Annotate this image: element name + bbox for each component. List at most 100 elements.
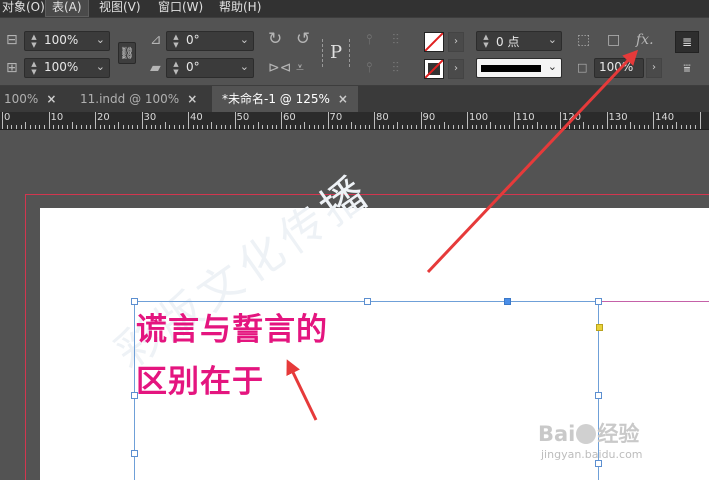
ruler-label: 130 xyxy=(608,112,628,123)
tab-doc-2[interactable]: 11.indd @ 100% × xyxy=(76,86,204,112)
ruler-tick xyxy=(676,122,678,129)
ruler-tick xyxy=(685,125,687,129)
tab-doc-3[interactable]: *未命名-1 @ 125% × xyxy=(212,86,358,112)
ruler-tick xyxy=(434,125,436,129)
ruler-label: 0 xyxy=(4,112,11,123)
distribute-center-icon[interactable]: ⫶⫶ xyxy=(392,60,399,76)
ruler-tick xyxy=(369,125,371,129)
menu-table[interactable]: 表(A) xyxy=(45,0,89,17)
stepper-icon[interactable]: ▲ ▼ xyxy=(480,33,492,49)
shear-field[interactable]: ▲ ▼ 0° ⌄ xyxy=(166,58,254,78)
ruler-tick xyxy=(564,125,566,129)
ruler-tick xyxy=(569,125,571,129)
corner-options-handle[interactable] xyxy=(596,324,603,331)
ruler-tick xyxy=(11,125,13,129)
stroke-weight-field[interactable]: ▲ ▼ 0 点 ⌄ xyxy=(476,31,562,51)
frame-handle-bottom-right[interactable] xyxy=(595,460,602,467)
ruler-tick xyxy=(643,125,645,129)
menu-help[interactable]: 帮助(H) xyxy=(213,0,267,17)
ruler-tick xyxy=(350,122,352,129)
scale-x-field[interactable]: ▲ ▼ 100% ⌄ xyxy=(24,31,110,51)
opacity-field[interactable]: 100% xyxy=(594,58,644,78)
ruler-tick xyxy=(29,125,31,129)
chevron-down-icon[interactable]: ⌄ xyxy=(548,60,557,73)
fill-menu-button[interactable]: › xyxy=(448,32,464,52)
ruler-tick xyxy=(48,112,50,129)
document-tabs: 100% × 11.indd @ 100% × *未命名-1 @ 125% × xyxy=(0,86,709,112)
ruler-tick xyxy=(467,112,468,129)
scale-y-field[interactable]: ▲ ▼ 100% ⌄ xyxy=(24,58,110,78)
headline-line-2[interactable]: 区别在于 xyxy=(136,356,264,401)
headline-line-1[interactable]: 谎言与誓言的 xyxy=(136,304,328,349)
ruler-tick xyxy=(666,125,668,129)
align-center-icon[interactable]: ⫯ xyxy=(366,60,372,76)
ruler-tick xyxy=(360,125,362,129)
align-icon[interactable]: ⫯ xyxy=(366,32,372,48)
frame-handle-top-right[interactable] xyxy=(595,298,602,305)
stroke-type-select[interactable]: ⌄ xyxy=(476,58,562,78)
fill-swatch[interactable] xyxy=(424,32,444,52)
stroke-swatch[interactable] xyxy=(424,59,444,79)
chevron-down-icon[interactable]: ⌄ xyxy=(548,33,557,46)
link-icon[interactable]: ⛓ xyxy=(118,42,136,64)
close-icon[interactable]: × xyxy=(46,92,56,106)
ruler-tick xyxy=(401,125,403,129)
fx-effects-icon[interactable]: fx. xyxy=(636,32,654,48)
close-icon[interactable]: × xyxy=(338,92,348,106)
menu-view[interactable]: 视图(V) xyxy=(93,0,147,17)
chevron-down-icon[interactable]: ⌄ xyxy=(96,60,105,73)
frame-handle-right[interactable] xyxy=(595,392,602,399)
frame-handle-center[interactable] xyxy=(504,298,511,305)
square-icon[interactable]: □ xyxy=(607,32,620,48)
flip-vertical-icon[interactable]: ⩡ xyxy=(296,60,304,76)
horizontal-ruler[interactable]: 0 10 20 30 40 50 60 70 80 90 100 110 120 130 140 xyxy=(0,112,709,130)
ruler-tick xyxy=(155,125,157,129)
chevron-down-icon[interactable]: ⌄ xyxy=(240,33,249,46)
ruler-tick xyxy=(615,125,617,129)
frame-fitting-icon[interactable]: ⬚ xyxy=(577,32,590,48)
reference-point-icon[interactable]: P xyxy=(322,39,350,67)
distribute-icon[interactable]: ⫶⫶ xyxy=(392,32,399,48)
chevron-down-icon[interactable]: ⌄ xyxy=(240,60,249,73)
ruler-label: 20 xyxy=(97,112,110,123)
ruler-tick xyxy=(592,125,594,129)
text-wrap-icon[interactable]: ⩸ xyxy=(675,58,699,80)
opacity-menu-button[interactable]: › xyxy=(646,58,662,78)
stepper-icon[interactable]: ▲ ▼ xyxy=(28,33,40,49)
ruler-label: 110 xyxy=(515,112,535,123)
align-text-icon[interactable]: ≣ xyxy=(675,31,699,53)
ruler-tick xyxy=(620,125,622,129)
ruler-tick xyxy=(522,125,524,129)
ruler-tick xyxy=(211,122,213,129)
menu-object[interactable]: 对象(O) xyxy=(0,0,51,17)
rotate-ccw-icon[interactable]: ↺ xyxy=(296,31,310,48)
ruler-tick xyxy=(104,125,106,129)
flip-horizontal-icon[interactable]: ⊳⊲ xyxy=(268,60,291,76)
ruler-tick xyxy=(546,125,548,129)
frame-handle-bottom-left[interactable] xyxy=(131,450,138,457)
stroke-menu-button[interactable]: › xyxy=(448,59,464,79)
ruler-tick xyxy=(39,125,41,129)
ruler-tick xyxy=(611,125,613,129)
ruler-label: 30 xyxy=(143,112,157,123)
ruler-tick xyxy=(146,125,148,129)
menu-window[interactable]: 窗口(W) xyxy=(152,0,209,17)
chevron-down-icon[interactable]: ⌄ xyxy=(96,33,105,46)
close-icon[interactable]: × xyxy=(187,92,197,106)
stepper-icon[interactable]: ▲ ▼ xyxy=(28,60,40,76)
rotate-cw-icon[interactable]: ↻ xyxy=(268,31,282,48)
rotate-field[interactable]: ▲ ▼ 0° ⌄ xyxy=(166,31,254,51)
ruler-tick xyxy=(332,125,334,129)
ruler-label: 60 xyxy=(283,112,296,123)
frame-handle-top[interactable] xyxy=(364,298,371,305)
tab-doc-1[interactable]: 100% × xyxy=(0,86,66,112)
ruler-tick xyxy=(629,122,631,129)
stepper-icon[interactable]: ▲ ▼ xyxy=(170,60,182,76)
ruler-tick xyxy=(341,125,343,129)
stepper-icon[interactable]: ▲ ▼ xyxy=(170,33,182,49)
ruler-tick xyxy=(639,125,641,129)
ruler-tick xyxy=(471,125,473,129)
ruler-tick xyxy=(95,112,96,129)
ruler-tick xyxy=(560,112,561,129)
ruler-tick xyxy=(532,125,534,129)
